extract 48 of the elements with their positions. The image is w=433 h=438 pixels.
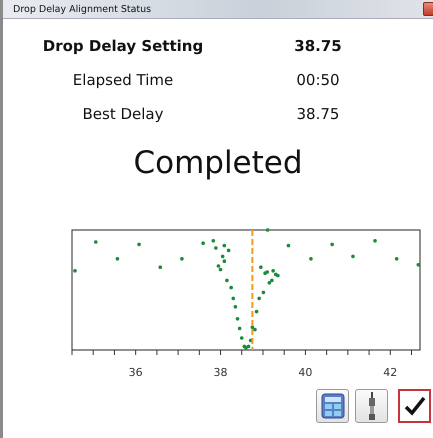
data-point bbox=[137, 242, 141, 246]
tick-label: 36 bbox=[128, 366, 143, 379]
data-point bbox=[262, 290, 266, 294]
field-value: 38.75 bbox=[293, 37, 343, 55]
data-point bbox=[351, 254, 355, 258]
data-point bbox=[330, 242, 334, 246]
data-point bbox=[238, 326, 242, 330]
data-point bbox=[201, 241, 205, 245]
data-point bbox=[234, 305, 238, 309]
field-value: 38.75 bbox=[296, 105, 340, 123]
data-point bbox=[240, 336, 244, 340]
data-point bbox=[180, 257, 184, 261]
tick-label: 40 bbox=[298, 366, 312, 379]
data-point bbox=[286, 244, 290, 248]
data-point bbox=[116, 257, 120, 261]
field-label: Drop Delay Setting bbox=[42, 37, 204, 55]
data-point bbox=[158, 265, 162, 269]
field-value: 00:50 bbox=[295, 71, 341, 89]
probe-icon bbox=[366, 392, 376, 420]
confirm-button[interactable] bbox=[398, 389, 431, 423]
field-label: Best Delay bbox=[82, 105, 164, 123]
field-label: Elapsed Time bbox=[72, 71, 174, 89]
data-point bbox=[254, 310, 258, 314]
data-point bbox=[257, 296, 261, 300]
calculator-icon bbox=[320, 393, 344, 419]
window-title: Drop Delay Alignment Status bbox=[13, 4, 152, 14]
data-point bbox=[214, 246, 218, 250]
tick-label: 38 bbox=[214, 366, 228, 379]
data-point bbox=[236, 317, 240, 321]
data-point bbox=[94, 240, 98, 244]
status-text: Completed bbox=[132, 145, 304, 181]
data-point bbox=[229, 286, 233, 290]
probe-button[interactable] bbox=[355, 389, 388, 423]
data-point bbox=[231, 296, 236, 300]
data-point bbox=[394, 257, 398, 261]
data-point bbox=[248, 338, 252, 342]
data-point bbox=[225, 278, 229, 282]
data-point bbox=[266, 228, 270, 232]
tick-label: 42 bbox=[383, 366, 398, 379]
data-point bbox=[373, 239, 377, 243]
calculator-button[interactable] bbox=[316, 389, 349, 423]
data-point bbox=[416, 263, 420, 267]
check-icon bbox=[404, 396, 426, 416]
data-point bbox=[259, 265, 263, 269]
data-point bbox=[212, 239, 216, 243]
data-point bbox=[73, 269, 77, 273]
close-button[interactable] bbox=[423, 2, 433, 16]
data-point bbox=[309, 257, 313, 261]
